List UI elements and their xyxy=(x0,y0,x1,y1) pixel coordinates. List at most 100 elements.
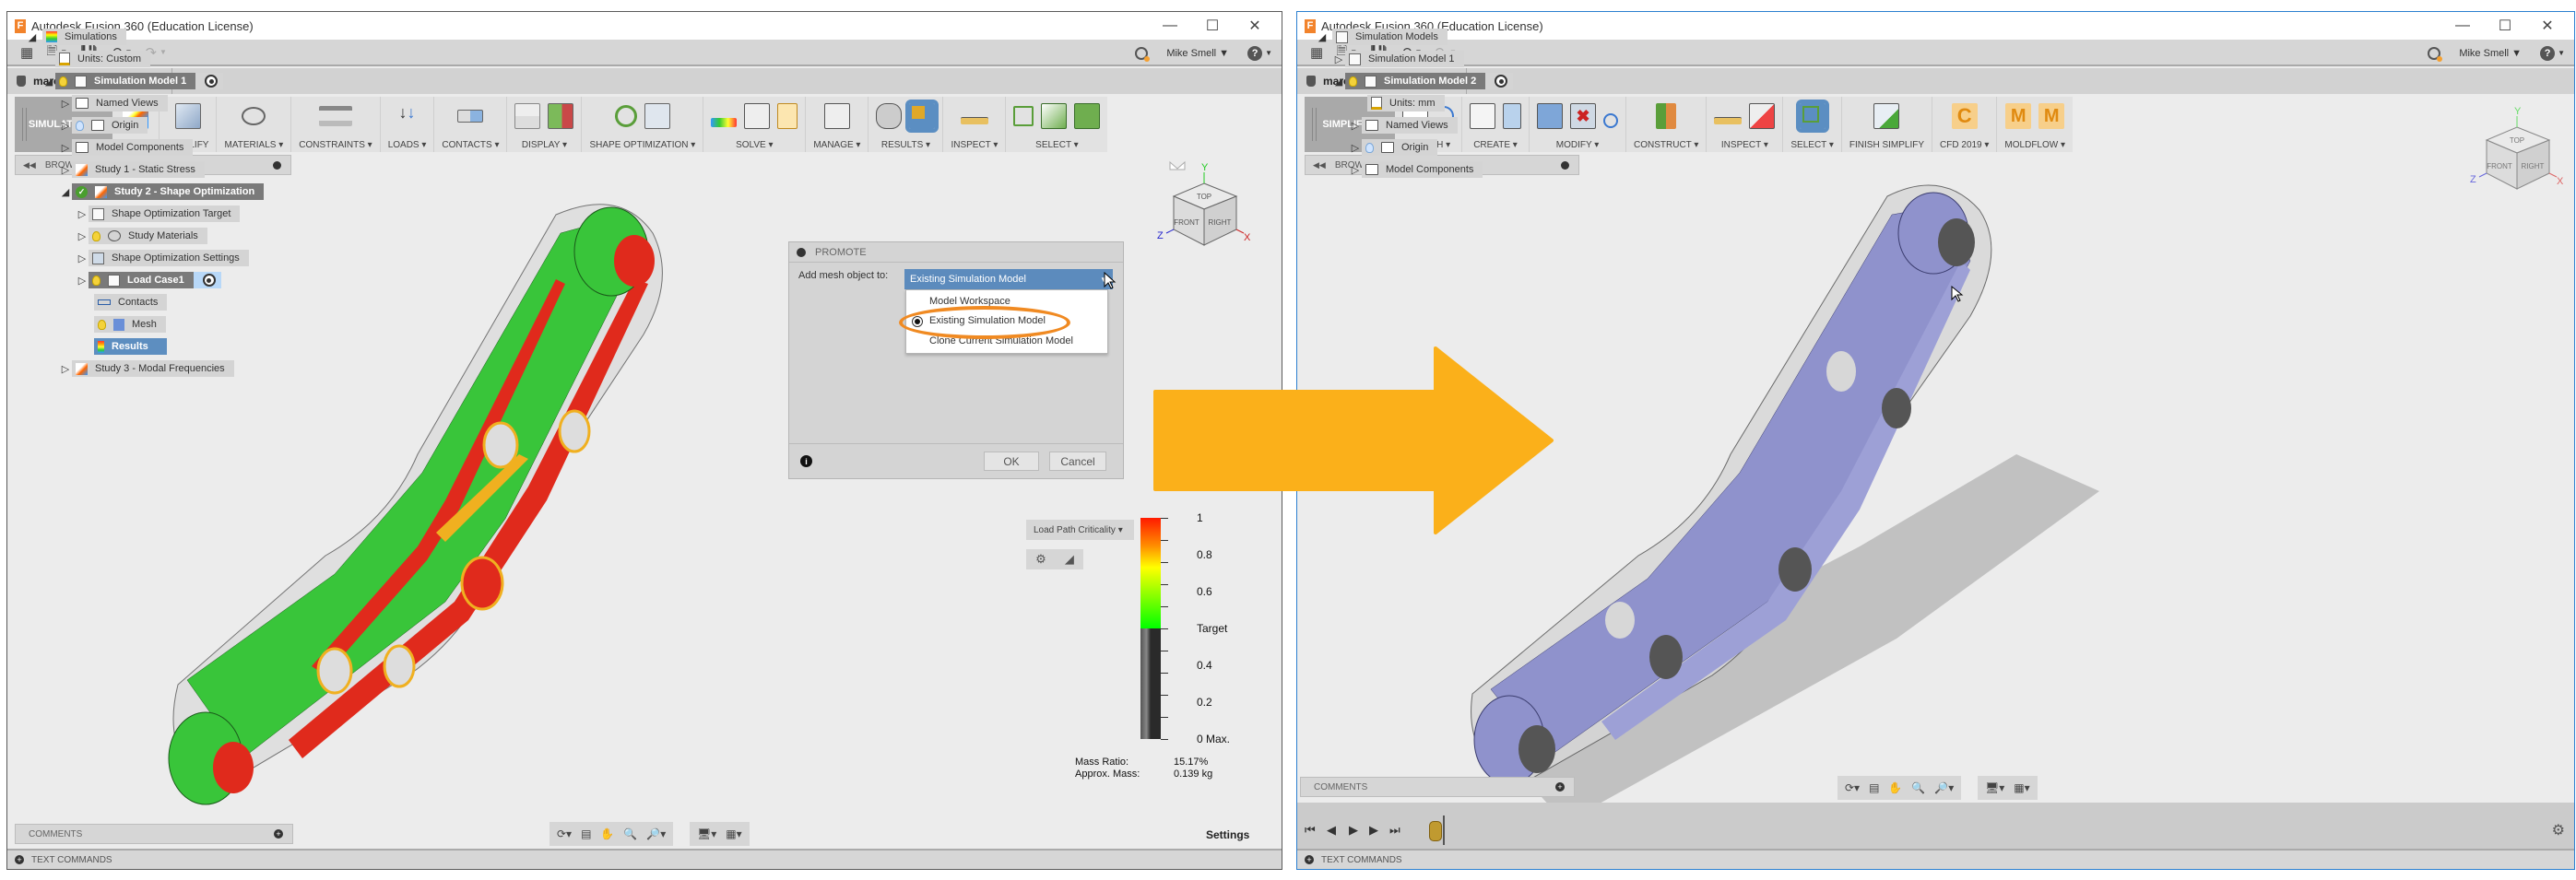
toolbar-group-inspect[interactable]: INSPECT ▾ xyxy=(1707,97,1784,152)
minimize-button[interactable]: — xyxy=(2441,12,2484,40)
visibility-bulb-icon[interactable] xyxy=(76,120,84,131)
help-icon[interactable]: ? xyxy=(2540,45,2556,61)
toolbar-group-select[interactable]: SELECT ▾ xyxy=(1006,97,1107,152)
look-at-icon[interactable]: ▤ xyxy=(581,827,591,840)
expand-triangle-icon[interactable]: ▷ xyxy=(76,275,89,287)
expand-triangle-icon[interactable]: ▷ xyxy=(59,164,72,176)
look-at-icon[interactable]: ▤ xyxy=(1869,781,1879,794)
expand-triangle-icon[interactable]: ▷ xyxy=(1349,142,1362,154)
visibility-bulb-icon[interactable] xyxy=(59,76,67,87)
toolbar-group-solve[interactable]: SOLVE ▾ xyxy=(703,97,807,152)
visibility-bulb-icon[interactable] xyxy=(1349,76,1357,87)
legend-settings-gear-icon[interactable]: ⚙ xyxy=(1035,552,1046,567)
toolbar-group-materials[interactable]: MATERIALS ▾ xyxy=(217,97,292,152)
toolbar-group-manage[interactable]: MANAGE ▾ xyxy=(806,97,869,152)
tree-node-simulation-model-1[interactable]: ▷ Simulation Model 1 xyxy=(1332,51,1464,67)
tree-node-simulation-model-1[interactable]: ◢ Simulation Model 1 xyxy=(42,73,224,89)
collapse-triangle-icon[interactable]: ◢ xyxy=(1332,76,1345,88)
expand-triangle-icon[interactable]: ▷ xyxy=(59,98,72,110)
tree-node-named-views[interactable]: ▷ Named Views xyxy=(59,95,168,111)
visibility-bulb-icon[interactable] xyxy=(92,230,100,241)
app-grid-icon[interactable]: ▦ xyxy=(20,44,33,61)
optimized-bracket-heatmap-model[interactable] xyxy=(141,169,786,823)
ok-button[interactable]: OK xyxy=(984,452,1039,471)
toolbar-group-moldflow[interactable]: M M MOLDFLOW ▾ xyxy=(1997,97,2073,152)
collapse-triangle-icon[interactable]: ◢ xyxy=(59,186,72,198)
zoom-icon[interactable]: 🔍 xyxy=(1911,781,1925,794)
comments-panel[interactable]: COMMENTS + xyxy=(15,824,293,844)
timeline-marker[interactable] xyxy=(1443,815,1445,845)
maximize-button[interactable]: ☐ xyxy=(1191,12,1234,40)
cancel-button[interactable]: Cancel xyxy=(1049,452,1106,471)
add-comment-icon[interactable]: + xyxy=(1555,782,1565,792)
settings-link[interactable]: Settings xyxy=(1206,828,1249,841)
timeline-next-icon[interactable]: ▶ xyxy=(1369,823,1378,838)
close-button[interactable]: ✕ xyxy=(2526,12,2569,40)
toolbar-group-construct[interactable]: CONSTRUCT ▾ xyxy=(1626,97,1707,152)
help-icon[interactable]: ? xyxy=(1247,45,1263,61)
expand-triangle-icon[interactable]: ▷ xyxy=(76,230,89,242)
minimize-button[interactable]: — xyxy=(1149,12,1191,40)
legend-orientation-icon[interactable]: ◢ xyxy=(1065,552,1074,567)
expand-text-commands-icon[interactable]: + xyxy=(1305,855,1314,864)
expand-triangle-icon[interactable]: ▷ xyxy=(59,120,72,132)
activate-radio[interactable] xyxy=(1495,75,1508,88)
home-view-icon[interactable] xyxy=(1169,160,1186,170)
visibility-bulb-icon[interactable] xyxy=(1365,142,1374,153)
grid-settings-icon[interactable]: ▦▾ xyxy=(2014,781,2029,794)
collapse-triangle-icon[interactable]: ◢ xyxy=(42,76,55,88)
app-grid-icon[interactable]: ▦ xyxy=(1310,44,1323,61)
text-commands-bar[interactable]: + TEXT COMMANDS xyxy=(1297,849,2574,869)
timeline-feature-icon[interactable] xyxy=(1429,821,1442,841)
display-settings-icon[interactable]: 🖥▾ xyxy=(1985,781,2004,794)
toolbar-group-modify[interactable]: ✖ MODIFY ▾ xyxy=(1530,97,1626,152)
expand-triangle-icon[interactable]: ▷ xyxy=(1349,164,1362,176)
result-type-dropdown[interactable]: Load Path Criticality ▾ xyxy=(1026,520,1134,540)
tree-node-named-views[interactable]: ▷ Named Views xyxy=(1349,117,1458,134)
orbit-icon[interactable]: ⟳▾ xyxy=(557,827,572,840)
collapse-triangle-icon[interactable]: ◢ xyxy=(1316,31,1329,43)
close-button[interactable]: ✕ xyxy=(1234,12,1276,40)
add-comment-icon[interactable]: + xyxy=(274,829,283,839)
collapse-browser-icon[interactable]: ◀◀ xyxy=(1313,160,1326,170)
viewcube-top-label[interactable]: TOP xyxy=(2510,136,2524,145)
expand-text-commands-icon[interactable]: + xyxy=(15,855,24,864)
timeline-settings-gear-icon[interactable]: ⚙ xyxy=(2552,821,2565,839)
tree-node-model-components[interactable]: ▷ Model Components xyxy=(59,139,194,156)
pan-hand-icon[interactable]: ✋ xyxy=(1888,781,1902,794)
toolbar-group-inspect[interactable]: INSPECT ▾ xyxy=(943,97,1007,152)
toolbar-group-shape-optimization[interactable]: SHAPE OPTIMIZATION ▾ xyxy=(582,97,704,152)
zoom-icon[interactable]: 🔍 xyxy=(623,827,637,840)
expand-triangle-icon[interactable]: ▷ xyxy=(1332,53,1345,65)
fit-icon[interactable]: 🔎▾ xyxy=(646,827,666,840)
comments-panel[interactable]: COMMENTS + xyxy=(1300,777,1575,797)
text-commands-bar[interactable]: + TEXT COMMANDS xyxy=(7,849,1282,869)
grid-settings-icon[interactable]: ▦▾ xyxy=(726,827,741,840)
user-menu[interactable]: Mike Smell ▼ xyxy=(2459,48,2522,59)
info-icon[interactable]: i xyxy=(800,455,812,467)
tree-node-simulation-models[interactable]: ◢ Simulation Models xyxy=(1316,29,1448,45)
option-model-workspace[interactable]: Model Workspace xyxy=(929,296,1010,307)
toolbar-group-cfd[interactable]: C CFD 2019 ▾ xyxy=(1932,97,1998,152)
tree-node-simulation-model-2[interactable]: ◢ Simulation Model 2 xyxy=(1332,73,1514,89)
job-status-icon[interactable] xyxy=(1135,46,1151,62)
view-cube[interactable]: TOP FRONT RIGHT Y Z X xyxy=(1153,158,1255,259)
toolbar-group-finish-simplify[interactable]: FINISH SIMPLIFY xyxy=(1842,97,1933,152)
visibility-bulb-icon[interactable] xyxy=(92,275,100,286)
tree-node-origin[interactable]: ▷ Origin xyxy=(1349,139,1438,156)
job-status-icon[interactable] xyxy=(2428,46,2443,62)
timeline-play-icon[interactable]: ▶ xyxy=(1349,823,1358,838)
viewcube-top-label[interactable]: TOP xyxy=(1197,193,1211,201)
collapse-triangle-icon[interactable]: ◢ xyxy=(26,31,39,43)
toolbar-group-create[interactable]: CREATE ▾ xyxy=(1462,97,1530,152)
expand-triangle-icon[interactable]: ▷ xyxy=(1349,120,1362,132)
add-mesh-dropdown[interactable]: Existing Simulation Model ▼ xyxy=(904,269,1113,289)
tree-node-origin[interactable]: ▷ Origin xyxy=(59,117,148,134)
toolbar-group-contacts[interactable]: CONTACTS ▾ xyxy=(434,97,508,152)
expand-triangle-icon[interactable]: ▷ xyxy=(76,252,89,264)
expand-triangle-icon[interactable]: ▷ xyxy=(76,208,89,220)
collapse-browser-icon[interactable]: ◀◀ xyxy=(23,160,36,170)
viewcube-right-label[interactable]: RIGHT xyxy=(1209,218,1232,227)
collapse-dialog-icon[interactable] xyxy=(797,247,806,257)
display-settings-icon[interactable]: 🖥▾ xyxy=(697,827,716,840)
